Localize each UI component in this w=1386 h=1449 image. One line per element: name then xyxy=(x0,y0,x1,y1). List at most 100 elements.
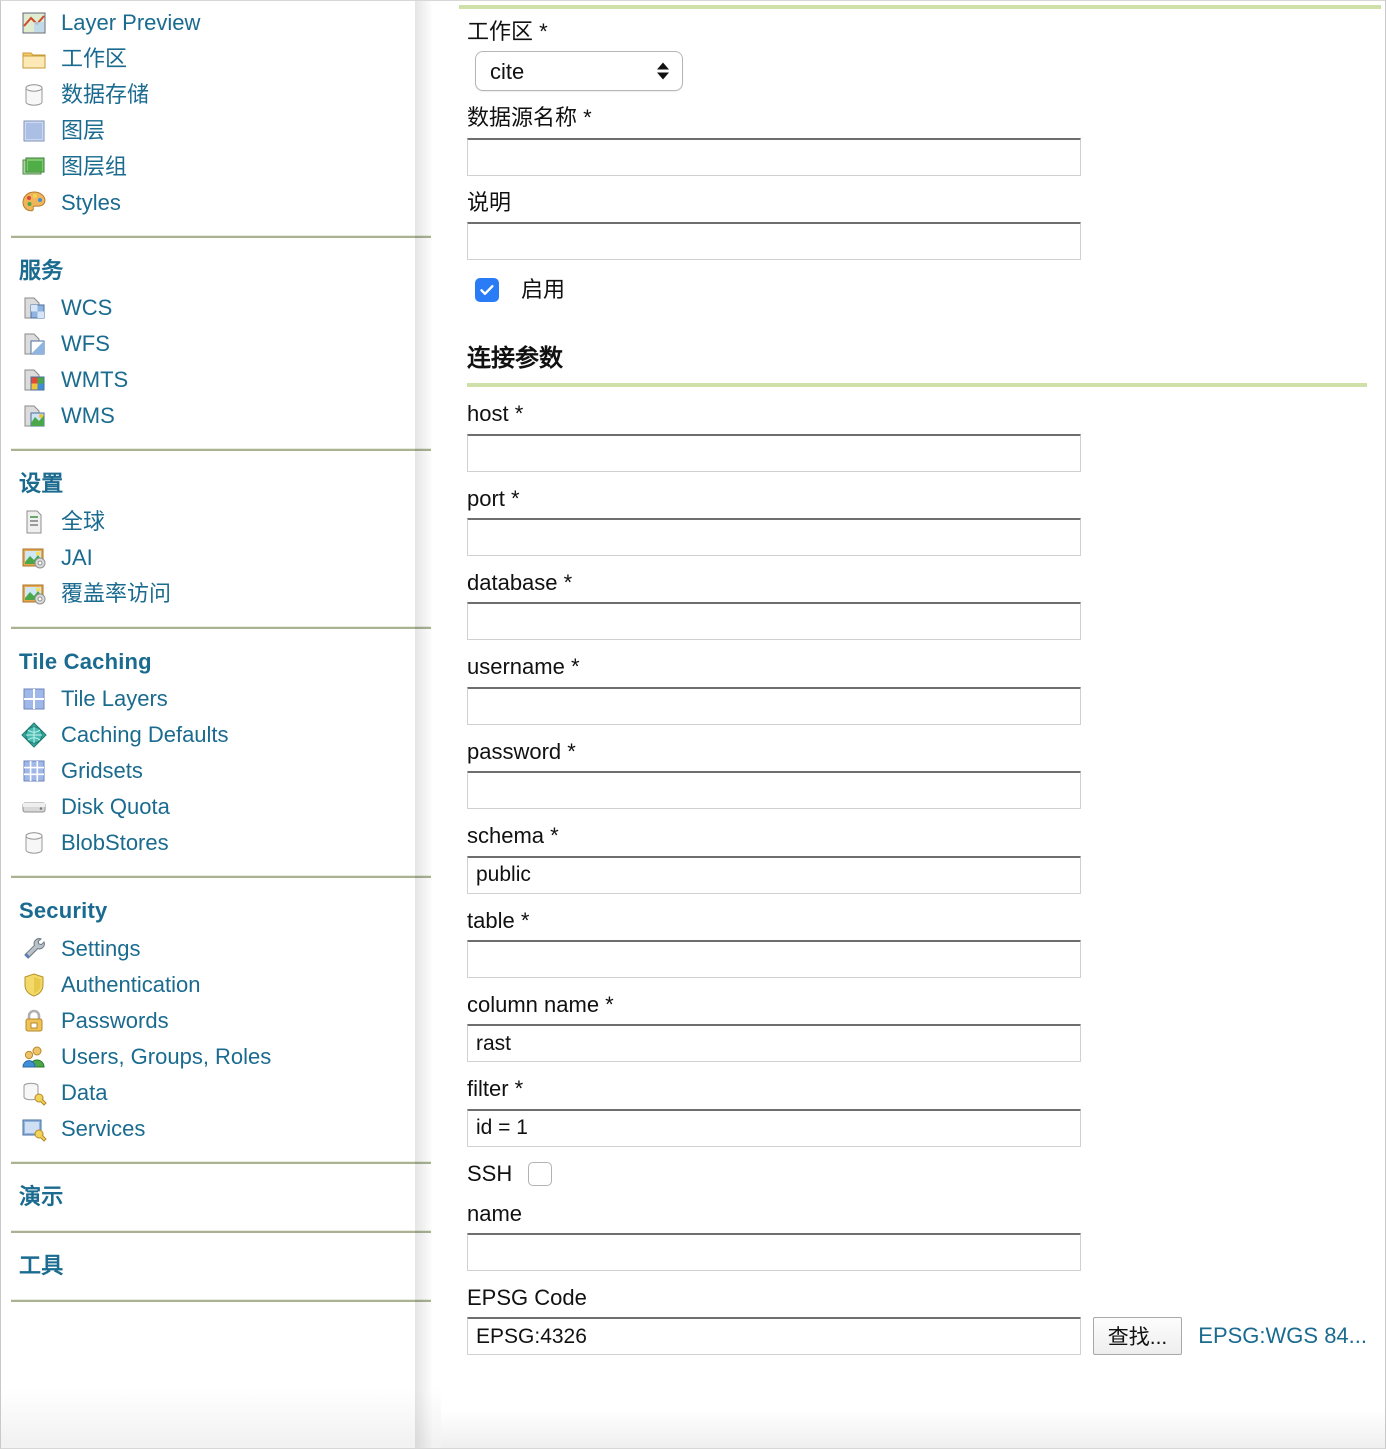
sidebar-item-users-groups-roles[interactable]: Users, Groups, Roles xyxy=(1,1039,441,1075)
datasource-name-input[interactable] xyxy=(467,137,1081,176)
username-label: username * xyxy=(467,654,580,680)
sidebar-item-[interactable]: 覆盖率访问 xyxy=(1,576,441,612)
description-input[interactable] xyxy=(467,222,1081,261)
sidebar-item-caching-defaults[interactable]: Caching Defaults xyxy=(1,717,441,753)
epsg-wgs84-link[interactable]: EPSG:WGS 84... xyxy=(1198,1323,1367,1349)
sidebar-item-[interactable]: 工作区 xyxy=(1,41,441,77)
layer-preview-icon xyxy=(21,10,47,36)
sidebar-item-layer-preview[interactable]: Layer Preview xyxy=(1,5,441,41)
sidebar-group: Tile Caching Tile Layers Caching Defaults G… xyxy=(1,633,441,871)
sidebar-divider xyxy=(11,448,431,452)
sidebar: Layer Preview 工作区 数据存储 图层 图层组 Styles 服务 WCS WFS W… xyxy=(1,1,441,1448)
table-label: table * xyxy=(467,907,530,933)
server-icon xyxy=(21,509,47,535)
ssh-checkbox[interactable] xyxy=(528,1161,553,1186)
users-icon xyxy=(21,1044,47,1070)
sidebar-item-jai[interactable]: JAI xyxy=(1,540,441,576)
database-label: database * xyxy=(467,569,573,595)
tile-layers-icon xyxy=(21,686,47,712)
ssh-label: SSH xyxy=(467,1160,513,1186)
epsg-code-input[interactable] xyxy=(467,1317,1081,1356)
sidebar-divider xyxy=(11,1229,431,1233)
sidebar-item-label: Users, Groups, Roles xyxy=(61,1043,272,1069)
sidebar-item-label: Layer Preview xyxy=(61,10,201,35)
sidebar-item-styles[interactable]: Styles xyxy=(1,185,441,221)
sidebar-item-[interactable]: 图层组 xyxy=(1,149,441,185)
wrench-icon xyxy=(21,936,47,962)
sidebar-item-label: Settings xyxy=(61,935,141,961)
coverage-access-icon xyxy=(21,581,47,607)
schema-input[interactable] xyxy=(467,855,1081,894)
filter-label: filter * xyxy=(467,1076,524,1102)
sidebar-item-label: JAI xyxy=(61,544,93,570)
host-input[interactable] xyxy=(467,433,1081,472)
sidebar-item-[interactable]: 数据存储 xyxy=(1,77,441,113)
sidebar-group: 工具 xyxy=(1,1237,441,1295)
sidebar-group: 设置 全球 JAI 覆盖率访问 xyxy=(1,455,441,621)
sidebar-item-label: Services xyxy=(61,1115,146,1141)
find-epsg-button[interactable]: 查找... xyxy=(1092,1317,1183,1356)
top-rule xyxy=(459,5,1381,9)
layergroup-icon xyxy=(21,154,47,180)
sidebar-item-label: 图层组 xyxy=(61,154,128,179)
sidebar-item-[interactable]: 图层 xyxy=(1,113,441,149)
table-input[interactable] xyxy=(467,939,1081,978)
sidebar-item-wms[interactable]: WMS xyxy=(1,398,441,434)
shield-icon xyxy=(21,972,47,998)
sidebar-item-wcs[interactable]: WCS xyxy=(1,290,441,326)
palette-icon xyxy=(21,190,47,216)
sidebar-item-label: BlobStores xyxy=(61,830,169,856)
sidebar-item-label: 图层 xyxy=(61,118,106,143)
sidebar-group: 演示 xyxy=(1,1168,441,1226)
port-input[interactable] xyxy=(467,517,1081,556)
data-key-icon xyxy=(21,1080,47,1106)
gridsets-icon xyxy=(21,758,47,784)
schema-label: schema * xyxy=(467,823,559,849)
column-name-input[interactable] xyxy=(467,1024,1081,1063)
datastore-form: 工作区 * cite 数据源名称 * 说明 启用 连接参数 host * por… xyxy=(441,19,1385,1356)
image-settings-icon xyxy=(21,545,47,571)
sidebar-item-label: WCS xyxy=(61,295,113,321)
password-input[interactable] xyxy=(467,771,1081,810)
name-label: name xyxy=(467,1200,523,1226)
username-input[interactable] xyxy=(467,686,1081,725)
wfs-icon xyxy=(21,331,47,357)
sidebar-item-passwords[interactable]: Passwords xyxy=(1,1003,441,1039)
sidebar-item-settings[interactable]: Settings xyxy=(1,931,441,967)
layer-icon xyxy=(21,118,47,144)
database-input[interactable] xyxy=(467,602,1081,641)
sidebar-item-label: Data xyxy=(61,1079,108,1105)
sidebar-item-blobstores[interactable]: BlobStores xyxy=(1,825,441,861)
sidebar-item-[interactable]: 全球 xyxy=(1,504,441,540)
main-content: 工作区 * cite 数据源名称 * 说明 启用 连接参数 host * por… xyxy=(441,1,1385,1448)
sidebar-item-services[interactable]: Services xyxy=(1,1111,441,1147)
epsg-code-label: EPSG Code xyxy=(467,1285,587,1311)
sidebar-heading: 服务 xyxy=(19,258,64,283)
sidebar-item-disk-quota[interactable]: Disk Quota xyxy=(1,789,441,825)
sidebar-item-tile-layers[interactable]: Tile Layers xyxy=(1,681,441,717)
epsg-row: 查找... EPSG:WGS 84... xyxy=(467,1317,1367,1356)
globe-icon xyxy=(21,722,47,748)
sidebar-divider xyxy=(11,625,431,629)
sidebar-item-wfs[interactable]: WFS xyxy=(1,326,441,362)
sidebar-nav: Layer Preview 工作区 数据存储 图层 图层组 Styles 服务 WCS WFS W… xyxy=(1,1,441,1303)
connection-params-rule xyxy=(467,383,1367,388)
folder-icon xyxy=(21,46,47,72)
sidebar-group: Security Settings Authentication Passwords U… xyxy=(1,882,441,1156)
column-name-label: column name * xyxy=(467,991,614,1017)
sidebar-item-label: Styles xyxy=(61,190,121,215)
sidebar-item-data[interactable]: Data xyxy=(1,1075,441,1111)
name-input[interactable] xyxy=(467,1233,1081,1272)
ssh-row: SSH xyxy=(467,1161,1367,1187)
workspace-select-wrap: cite xyxy=(475,51,1367,92)
check-icon xyxy=(480,285,494,296)
sidebar-item-gridsets[interactable]: Gridsets xyxy=(1,753,441,789)
sidebar-divider xyxy=(11,1160,431,1164)
sidebar-item-label: WMS xyxy=(61,403,115,429)
enabled-checkbox[interactable] xyxy=(475,278,499,303)
sidebar-item-authentication[interactable]: Authentication xyxy=(1,967,441,1003)
filter-input[interactable] xyxy=(467,1108,1081,1147)
sidebar-item-wmts[interactable]: WMTS xyxy=(1,362,441,398)
sidebar-item-label: 全球 xyxy=(61,508,106,534)
workspace-select[interactable]: cite xyxy=(475,51,683,92)
